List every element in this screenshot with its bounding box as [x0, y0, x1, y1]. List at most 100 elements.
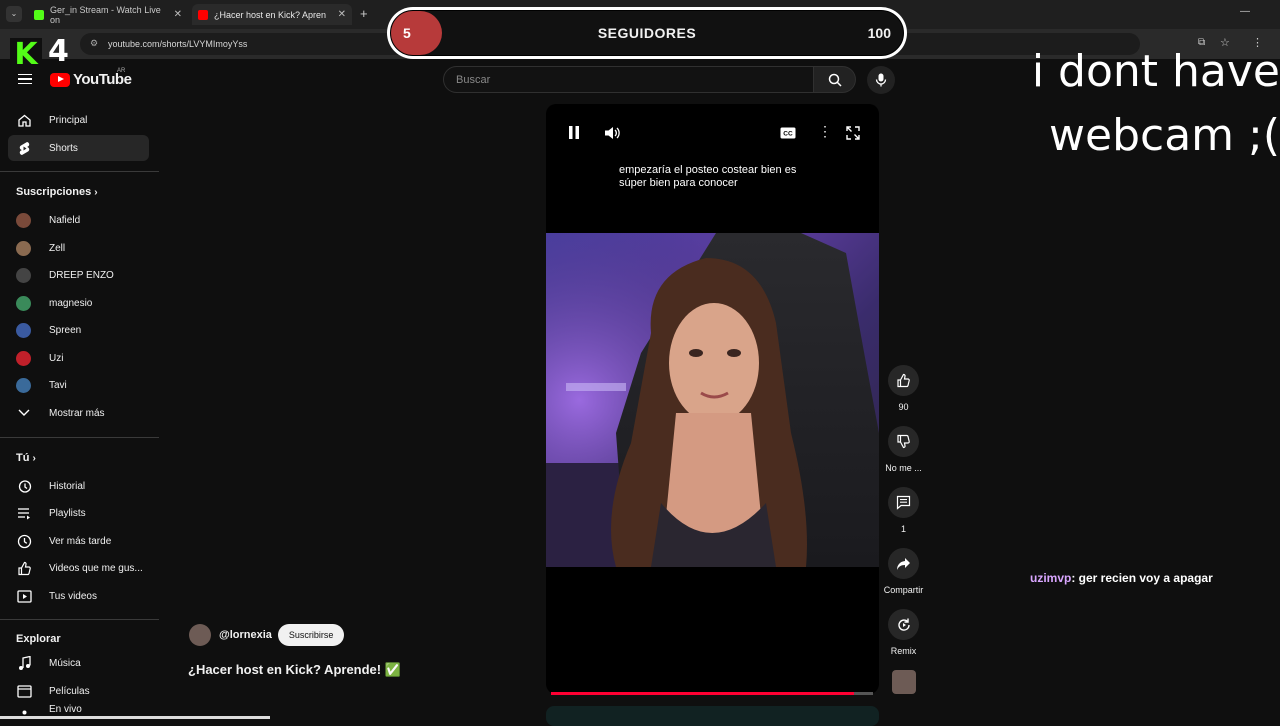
- streamer-image: [546, 233, 879, 567]
- chevron-right-icon: ›: [32, 453, 36, 464]
- sidebar-item-zell[interactable]: Zell: [8, 235, 149, 261]
- captions-button[interactable]: CC: [780, 126, 796, 144]
- like-icon: [897, 373, 910, 388]
- comment-button[interactable]: [888, 487, 919, 518]
- like-button[interactable]: [888, 365, 919, 396]
- kick-counter: 4: [48, 34, 69, 69]
- sidebar-item-tavi[interactable]: Tavi: [8, 372, 149, 398]
- sidebar-item-magnesio[interactable]: magnesio: [8, 290, 149, 316]
- sidebar-item-movies[interactable]: Películas: [8, 678, 149, 704]
- sidebar-item-label: Ver más tarde: [49, 535, 112, 547]
- sidebar-divider: [0, 619, 159, 620]
- url-text: youtube.com/shorts/LVYMImoyYss: [108, 39, 248, 49]
- sidebar-item-label: DREEP ENZO: [49, 269, 114, 281]
- shorts-icon: [16, 140, 32, 156]
- volume-icon: [605, 127, 620, 139]
- search-placeholder: Buscar: [456, 73, 491, 86]
- sidebar-item-show-more[interactable]: Mostrar más: [8, 400, 149, 426]
- sidebar-item-nafield[interactable]: Nafield: [8, 207, 149, 233]
- sidebar-item-label: Videos que me gus...: [49, 562, 143, 574]
- sidebar-item-label: Spreen: [49, 324, 82, 336]
- tab-list-icon[interactable]: ⌄: [6, 6, 22, 22]
- next-short-preview[interactable]: [546, 706, 879, 726]
- minimize-icon[interactable]: —: [1240, 6, 1250, 17]
- sidebar-item-playlists[interactable]: Playlists: [8, 500, 149, 526]
- sidebar-item-historial[interactable]: Historial: [8, 473, 149, 499]
- kick-favicon-icon: [34, 9, 44, 20]
- dislike-action[interactable]: No me ...: [885, 426, 922, 473]
- audio-source-thumbnail[interactable]: [892, 670, 916, 694]
- clock-icon: [16, 533, 32, 549]
- webcam-notice: i dont have webcam ;(: [1020, 40, 1280, 168]
- explore-label: Explorar: [16, 633, 61, 645]
- avatar: [16, 267, 31, 283]
- sidebar-item-your-videos[interactable]: Tus videos: [8, 583, 149, 609]
- close-tab-icon[interactable]: ✕: [166, 9, 182, 20]
- avatar: [16, 295, 31, 311]
- youtube-favicon-icon: [198, 9, 208, 20]
- sidebar-item-spreen[interactable]: Spreen: [8, 317, 149, 343]
- sidebar-item-watch-later[interactable]: Ver más tarde: [8, 528, 149, 554]
- sidebar-item-dreep-enzo[interactable]: DREEP ENZO: [8, 262, 149, 288]
- video-frame: [546, 233, 879, 567]
- music-icon: [16, 655, 32, 671]
- channel-avatar[interactable]: [189, 624, 211, 646]
- subscriptions-label: Suscripciones: [16, 186, 92, 198]
- subscriptions-header[interactable]: Suscripciones ›: [16, 186, 98, 198]
- sidebar-item-music[interactable]: Música: [8, 650, 149, 676]
- sidebar-item-shorts[interactable]: Shorts: [8, 135, 149, 161]
- explore-header: Explorar: [16, 633, 61, 645]
- horizontal-scrollbar[interactable]: [0, 716, 270, 719]
- dislike-label: No me ...: [885, 463, 922, 473]
- like-count: 90: [898, 402, 909, 412]
- voice-search-button[interactable]: [867, 66, 895, 94]
- microphone-icon: [875, 73, 887, 87]
- comment-action[interactable]: 1: [888, 487, 919, 534]
- shorts-player[interactable]: CC ⋮ empezaría el posteo costear bien es…: [546, 104, 879, 694]
- sidebar-item-label: Shorts: [49, 142, 78, 154]
- home-icon: [16, 112, 32, 128]
- close-tab-icon[interactable]: ✕: [330, 9, 346, 20]
- tab-title: Ger_in Stream - Watch Live on: [50, 4, 161, 25]
- search-input[interactable]: Buscar: [443, 66, 814, 93]
- you-label: Tú: [16, 452, 30, 464]
- video-title: ¿Hacer host en Kick? Aprende! ✅: [188, 662, 401, 677]
- new-tab-icon[interactable]: +: [360, 6, 368, 21]
- share-label: Compartir: [883, 585, 924, 595]
- volume-button[interactable]: [604, 126, 621, 145]
- tab-kick[interactable]: Ger_in Stream - Watch Live on ✕: [28, 4, 188, 25]
- country-code: AR: [117, 68, 126, 74]
- menu-icon[interactable]: [18, 74, 32, 84]
- avatar: [16, 240, 31, 256]
- video-progress-fill: [551, 692, 854, 695]
- subscribe-button[interactable]: Suscribirse: [277, 624, 345, 646]
- share-action[interactable]: Compartir: [884, 548, 923, 595]
- sidebar-item-label: magnesio: [49, 297, 93, 309]
- avatar: [16, 350, 31, 366]
- more-options-icon[interactable]: ⋮: [818, 123, 832, 140]
- site-info-icon[interactable]: ⚙: [90, 38, 98, 49]
- share-button[interactable]: [888, 548, 919, 579]
- like-action[interactable]: 90: [888, 365, 919, 412]
- dislike-button[interactable]: [888, 426, 919, 457]
- tab-youtube[interactable]: ¿Hacer host en Kick? Apren ✕: [192, 4, 352, 25]
- search-button[interactable]: [814, 66, 856, 93]
- video-progress-bar[interactable]: [551, 692, 873, 695]
- thumbs-up-icon: [16, 560, 32, 576]
- pause-button[interactable]: [568, 126, 580, 144]
- remix-button[interactable]: [888, 609, 919, 640]
- sidebar-item-principal[interactable]: Principal: [8, 107, 149, 133]
- sidebar-item-liked-videos[interactable]: Videos que me gus...: [8, 555, 149, 581]
- search-icon: [828, 73, 842, 87]
- you-header[interactable]: Tú ›: [16, 452, 36, 464]
- fullscreen-button[interactable]: [846, 126, 860, 145]
- remix-action[interactable]: Remix: [888, 609, 919, 656]
- sidebar-item-label: Música: [49, 657, 81, 669]
- youtube-play-icon: [50, 72, 70, 87]
- pause-icon: [569, 126, 579, 139]
- svg-text:CC: CC: [783, 131, 793, 138]
- follower-goal-track: 5 SEGUIDORES 100: [390, 10, 904, 56]
- sidebar-item-label: Principal: [49, 114, 88, 126]
- sidebar-item-uzi[interactable]: Uzi: [8, 345, 149, 371]
- channel-name[interactable]: @lornexia: [219, 629, 272, 641]
